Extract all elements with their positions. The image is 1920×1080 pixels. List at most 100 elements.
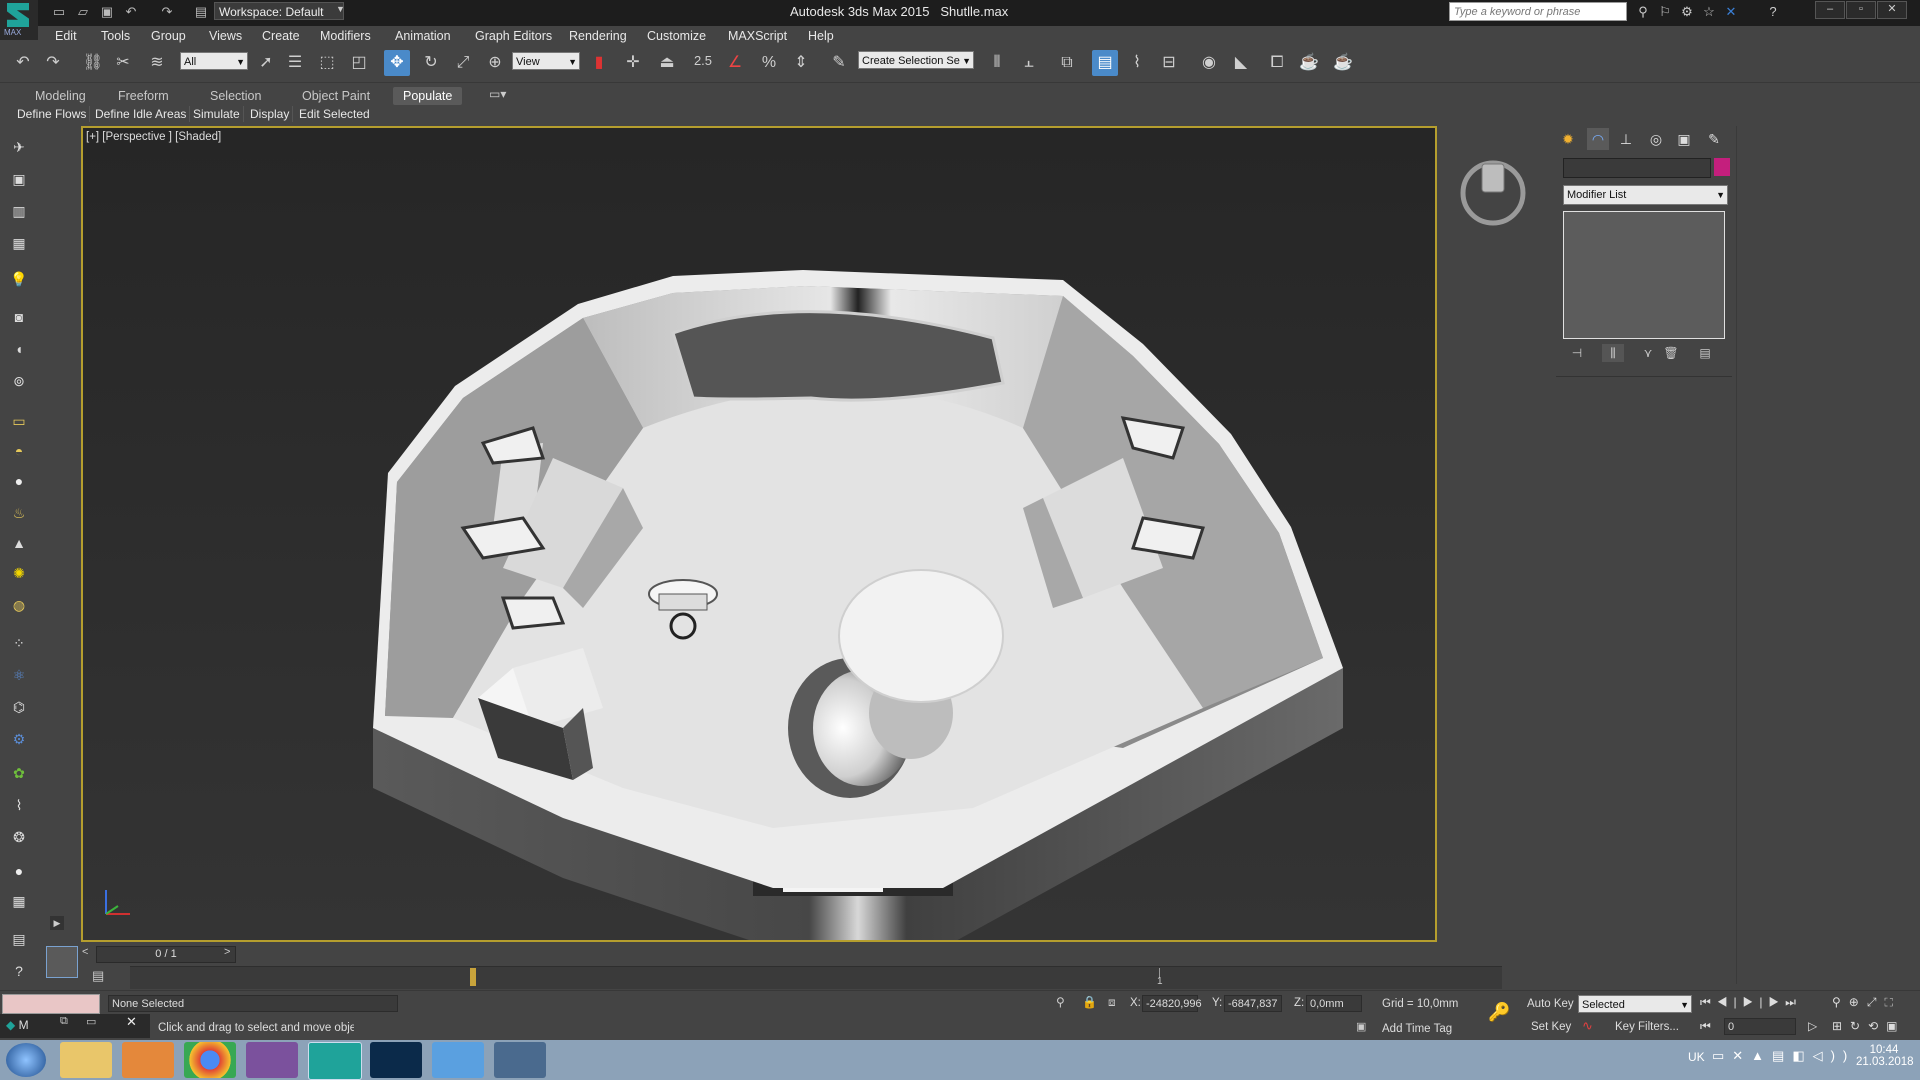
time-slider-next[interactable]: > — [224, 946, 230, 958]
select-by-name-icon[interactable]: ☰ — [282, 50, 308, 76]
spinner-snap-icon[interactable]: ⇕ — [788, 50, 814, 76]
set-key-button[interactable]: Set Key — [1531, 1021, 1571, 1033]
tab-populate[interactable]: Populate — [393, 87, 463, 105]
x-coordinate-field[interactable]: -24820,996 — [1142, 995, 1202, 1012]
search-input[interactable]: Type a keyword or phrase — [1449, 2, 1627, 21]
exchange-icon[interactable]: ✕ — [1722, 3, 1740, 21]
maxscript-listener-field[interactable] — [2, 994, 100, 1014]
render-setup-icon[interactable]: ◣ — [1228, 50, 1254, 76]
edit-selected-button[interactable]: Edit Selected — [296, 106, 373, 122]
rendered-frame-window-icon[interactable]: ⧠ — [1264, 50, 1290, 76]
scene-explorer-icon[interactable]: ▤ — [1092, 50, 1118, 76]
communication-center-icon[interactable]: ⚐ — [1656, 3, 1674, 21]
menu-tools[interactable]: Tools — [101, 26, 130, 46]
box-primitive-icon[interactable]: ▭ — [8, 410, 30, 432]
mini-curve-editor-button[interactable] — [46, 946, 78, 978]
menu-rendering[interactable]: Rendering — [569, 26, 627, 46]
menu-edit[interactable]: Edit — [55, 26, 77, 46]
3dsmax-app-icon[interactable] — [308, 1042, 362, 1080]
isolate-selection-icon[interactable]: ⚲ — [1056, 995, 1065, 1009]
workspace-dropdown[interactable]: Workspace: Default — [214, 2, 344, 20]
teapot-icon[interactable]: ♨ — [8, 502, 30, 524]
time-slider[interactable]: 0 / 1 — [96, 946, 236, 963]
menu-create[interactable]: Create — [262, 26, 300, 46]
define-flows-button[interactable]: Define Flows — [14, 106, 91, 122]
named-selection-dropdown[interactable]: Create Selection Se ▼ — [858, 51, 974, 69]
tray-icons[interactable]: ▭✕▲▤◧◁)) — [1712, 1048, 1855, 1064]
render-production-icon[interactable]: ☕ — [1296, 50, 1322, 76]
selection-filter-dropdown[interactable]: All ▼ — [180, 52, 248, 70]
object-name-field[interactable] — [1563, 158, 1711, 178]
show-end-result-icon[interactable]: ⫼ — [1602, 344, 1624, 362]
undo-quick-icon[interactable]: ↶ — [122, 3, 140, 21]
tab-freeform[interactable]: Freeform — [118, 87, 169, 105]
playback-controls[interactable]: ⏮◀|▶|▶⏭ — [1700, 995, 1802, 1010]
menu-maxscript[interactable]: MAXScript — [728, 26, 787, 46]
menu-graph-editors[interactable]: Graph Editors — [475, 26, 552, 46]
menu-customize[interactable]: Customize — [647, 26, 706, 46]
menu-modifiers[interactable]: Modifiers — [320, 26, 371, 46]
gear-icon[interactable]: ⚙ — [8, 728, 30, 750]
project-folder-icon[interactable]: ▤ — [192, 3, 210, 21]
ribbon-options-icon[interactable]: ▭▾ — [489, 87, 506, 101]
calculator-icon[interactable]: ▦ — [8, 890, 30, 912]
angle-snap-icon[interactable]: ∠ — [722, 50, 748, 76]
sound-icon[interactable]: ◖ — [8, 338, 30, 360]
absolute-mode-icon[interactable]: ⧈ — [1108, 995, 1116, 1010]
align-icon[interactable]: ⫠ — [1016, 50, 1042, 76]
redo-quick-icon[interactable]: ↷ — [158, 3, 176, 21]
close-button[interactable]: ✕ — [1877, 1, 1907, 19]
key-mode-toggle-icon[interactable]: ▷ — [1808, 1019, 1817, 1033]
manipulate-icon[interactable]: ✛ — [620, 50, 646, 76]
viewport-nav-controls-2[interactable]: ⊞↻⟲▣ — [1832, 1019, 1906, 1033]
favorites-star-icon[interactable]: ☆ — [1700, 3, 1718, 21]
shell-icon[interactable]: ❂ — [8, 826, 30, 848]
unlink-icon[interactable]: ✂ — [110, 50, 136, 76]
time-marker[interactable] — [470, 968, 476, 986]
modify-panel-icon[interactable]: ◠ — [1587, 128, 1609, 150]
y-coordinate-field[interactable]: -6847,837 — [1224, 995, 1282, 1012]
simulation-icon[interactable]: ▦ — [8, 232, 30, 254]
undo-icon[interactable]: ↶ — [10, 50, 36, 76]
select-and-move-icon[interactable]: ✥ — [384, 50, 410, 76]
rectangular-selection-icon[interactable]: ⬚ — [314, 50, 340, 76]
select-object-icon[interactable]: ➚ — [253, 50, 279, 76]
mirror-icon[interactable]: ⫴ — [984, 50, 1010, 76]
bone-icon[interactable]: ⌬ — [8, 696, 30, 718]
binoculars-icon[interactable]: ⚲ — [1634, 3, 1652, 21]
save-file-icon[interactable]: ▣ — [98, 3, 116, 21]
create-flow-icon[interactable]: ✈ — [8, 136, 30, 158]
display-button[interactable]: Display — [247, 106, 294, 122]
edit-named-selection-icon[interactable]: ✎ — [826, 50, 852, 76]
app-logo-button[interactable]: MAX — [0, 0, 38, 40]
viewcube-icon[interactable] — [1456, 156, 1530, 230]
viewport-label[interactable]: [+] [Perspective ] [Shaded] — [86, 131, 221, 143]
schematic-view-icon[interactable]: ⊟ — [1156, 50, 1182, 76]
pivot-center-icon[interactable]: ▮ — [586, 50, 612, 76]
layer-manager-icon[interactable]: ⧉ — [1054, 50, 1080, 76]
go-to-start-icon[interactable]: ⏮ — [1700, 1019, 1711, 1034]
render-sphere-icon[interactable]: ● — [8, 860, 30, 882]
utilities-panel-icon[interactable]: ✎ — [1703, 128, 1725, 150]
percent-snap-icon[interactable]: % — [756, 50, 782, 76]
select-and-link-icon[interactable]: ⛓ — [80, 50, 106, 76]
plant-icon[interactable]: ✿ — [8, 762, 30, 784]
hierarchy-panel-icon[interactable]: ⊥ — [1615, 128, 1637, 150]
simulate-button[interactable]: Simulate — [190, 106, 244, 122]
photo-viewer-app-icon[interactable] — [494, 1042, 546, 1078]
dome-primitive-icon[interactable]: ◓ — [8, 440, 30, 462]
photoshop-app-icon[interactable] — [370, 1042, 422, 1078]
time-slider-prev[interactable]: < — [82, 946, 88, 958]
cone-primitive-icon[interactable]: ▲ — [8, 532, 30, 554]
curve-editor-icon[interactable]: ⌇ — [1124, 50, 1150, 76]
create-people-icon[interactable]: ▥ — [8, 200, 30, 222]
lightbulb-icon[interactable]: 💡 — [8, 268, 30, 290]
select-and-scale-icon[interactable]: ⤢ — [450, 50, 476, 76]
set-key-icon[interactable]: 🔑 — [1488, 1002, 1510, 1023]
maximize-button[interactable]: ▫ — [1846, 1, 1876, 19]
utilities-icon[interactable]: ▤ — [8, 928, 30, 950]
menu-views[interactable]: Views — [209, 26, 242, 46]
current-frame-field[interactable]: 0 — [1724, 1018, 1796, 1035]
key-mode-dropdown[interactable]: Selected ▼ — [1578, 995, 1692, 1013]
key-filters-button[interactable]: Key Filters... — [1615, 1021, 1679, 1033]
